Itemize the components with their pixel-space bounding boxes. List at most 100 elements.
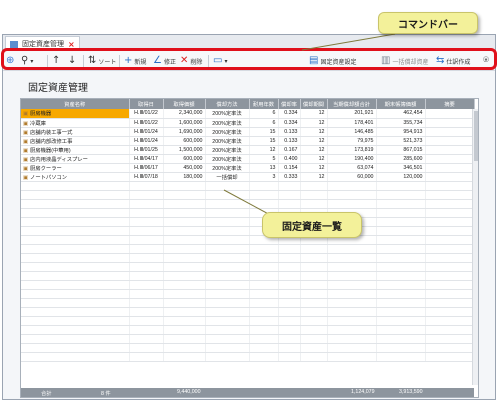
- empty-cell: [376, 190, 426, 200]
- empty-cell: [425, 316, 475, 326]
- asset-icon: ▣: [23, 120, 29, 127]
- empty-cell: [278, 181, 301, 191]
- column-header[interactable]: 償却期間: [300, 99, 328, 109]
- empty-cell: [376, 253, 426, 263]
- empty-row: [21, 244, 475, 254]
- empty-cell: [327, 325, 377, 335]
- empty-cell: [327, 298, 377, 308]
- table-row[interactable]: ▣ 冷蔵庫 H.Ⅲ/01/22 1,600,000 200%定率法 6 0.334 12 178…: [21, 118, 475, 128]
- table-row[interactable]: ▣ 店舗内装工事一式 H.Ⅲ/01/24 1,690,000 200%定率法 15 0.13…: [21, 127, 475, 137]
- empty-cell: [249, 190, 279, 200]
- asset-name: 冷蔵庫: [30, 120, 46, 127]
- empty-cell: [425, 208, 475, 218]
- table-cell: 200%定率法: [205, 136, 250, 146]
- empty-cell: [249, 262, 279, 272]
- page-title: 固定資産管理: [28, 83, 88, 94]
- empty-cell: [129, 262, 164, 272]
- empty-cell: [129, 343, 164, 353]
- table-cell: 79,975: [327, 136, 377, 146]
- table-cell: ▣ 店舗内部改修工事: [21, 136, 130, 146]
- totals-cost: 9,440,000: [177, 389, 201, 395]
- empty-cell: [300, 334, 328, 344]
- empty-cell: [327, 289, 377, 299]
- asset-name: 店舗内装工事一式: [30, 129, 73, 136]
- table-row[interactable]: ▣ ノートパソコン H.Ⅲ/07/18 180,000 一括償却 3 0.333 12 60,0…: [21, 172, 475, 182]
- empty-cell: [249, 280, 279, 290]
- table-cell: 200%定率法: [205, 163, 250, 173]
- empty-cell: [425, 298, 475, 308]
- empty-row: [21, 217, 475, 227]
- table-cell: 173,819: [327, 145, 377, 155]
- table-cell: 200%定率法: [205, 154, 250, 164]
- scrollbar-thumb[interactable]: [474, 111, 478, 161]
- table-row[interactable]: ▣ 厨房クーラー H.Ⅲ/06/17 450,000 200%定率法 13 0.154 12 6…: [21, 163, 475, 173]
- empty-row: [21, 190, 475, 200]
- empty-cell: [425, 181, 475, 191]
- empty-row: [21, 253, 475, 263]
- empty-row: [21, 289, 475, 299]
- table-cell: H.Ⅲ/06/17: [129, 163, 164, 173]
- table-cell: 201,921: [327, 109, 377, 119]
- empty-cell: [129, 280, 164, 290]
- column-header[interactable]: 償却方法: [205, 99, 250, 109]
- table-cell: 867,015: [376, 145, 426, 155]
- column-header[interactable]: 期末帳簿価額: [376, 99, 426, 109]
- column-header[interactable]: 当期償却額合計: [327, 99, 377, 109]
- empty-cell: [278, 307, 301, 317]
- empty-cell: [21, 226, 130, 236]
- asset-name: 店舗内部改修工事: [30, 138, 73, 145]
- empty-cell: [205, 217, 250, 227]
- column-header[interactable]: 償却率: [278, 99, 301, 109]
- empty-cell: [163, 298, 206, 308]
- column-header[interactable]: 耐用年数: [249, 99, 279, 109]
- empty-cell: [376, 289, 426, 299]
- table-cell: 0.154: [278, 163, 301, 173]
- empty-cell: [21, 325, 130, 335]
- table-cell: 0.334: [278, 118, 301, 128]
- empty-cell: [21, 271, 130, 281]
- empty-cell: [278, 190, 301, 200]
- table-cell: 521,373: [376, 136, 426, 146]
- table-cell: 12: [300, 172, 328, 182]
- empty-cell: [249, 334, 279, 344]
- table-cell: H.Ⅲ/01/24: [129, 136, 164, 146]
- empty-cell: [376, 226, 426, 236]
- asset-icon: ▣: [23, 156, 29, 163]
- asset-name: 店内用液晶ディスプレー: [30, 156, 88, 163]
- empty-cell: [425, 226, 475, 236]
- table-cell: 12: [249, 145, 279, 155]
- empty-row: [21, 208, 475, 218]
- table-cell: [425, 163, 475, 173]
- empty-cell: [129, 235, 164, 245]
- table-row[interactable]: ▣ 店内用液晶ディスプレー H.Ⅲ/04/17 600,000 200%定率法 5 0.40…: [21, 154, 475, 164]
- table-cell: 600,000: [163, 136, 206, 146]
- empty-cell: [425, 325, 475, 335]
- vertical-scrollbar[interactable]: [472, 109, 478, 385]
- table-cell: 200%定率法: [205, 118, 250, 128]
- column-header[interactable]: 摘要: [425, 99, 475, 109]
- empty-cell: [163, 235, 206, 245]
- table-cell: H.Ⅲ/01/22: [129, 118, 164, 128]
- table-cell: 一括償却: [205, 172, 250, 182]
- table-row[interactable]: ▣ 厨房機器(中華用) H.Ⅲ/01/25 1,500,000 200%定率法 12 0.1…: [21, 145, 475, 155]
- column-header[interactable]: 取得価額: [163, 99, 206, 109]
- empty-cell: [300, 307, 328, 317]
- table-row[interactable]: ▣ 厨房機器 H.Ⅲ/01/22 2,340,000 200%定率法 6 0.334 12 20…: [21, 109, 475, 119]
- empty-cell: [129, 217, 164, 227]
- empty-cell: [205, 190, 250, 200]
- table-cell: ▣ ノートパソコン: [21, 172, 130, 182]
- table-header-row: 資産名称 取得日 取得価額 償却方法 耐用年数 償却率 償却期間 当期償却額合計 期末帳簿価額摘…: [21, 99, 475, 109]
- table-cell: 0.167: [278, 145, 301, 155]
- asset-icon: ▣: [23, 147, 29, 154]
- table-cell: 200%定率法: [205, 127, 250, 137]
- table-cell: 13: [249, 163, 279, 173]
- column-header[interactable]: 取得日: [129, 99, 164, 109]
- table-row[interactable]: ▣ 店舗内部改修工事 H.Ⅲ/01/24 600,000 200%定率法 15 0.133 1…: [21, 136, 475, 146]
- empty-cell: [327, 199, 377, 209]
- empty-row: [21, 325, 475, 335]
- empty-cell: [327, 253, 377, 263]
- empty-row: [21, 352, 475, 362]
- empty-cell: [300, 244, 328, 254]
- empty-cell: [21, 352, 130, 362]
- column-header[interactable]: 資産名称: [21, 99, 130, 109]
